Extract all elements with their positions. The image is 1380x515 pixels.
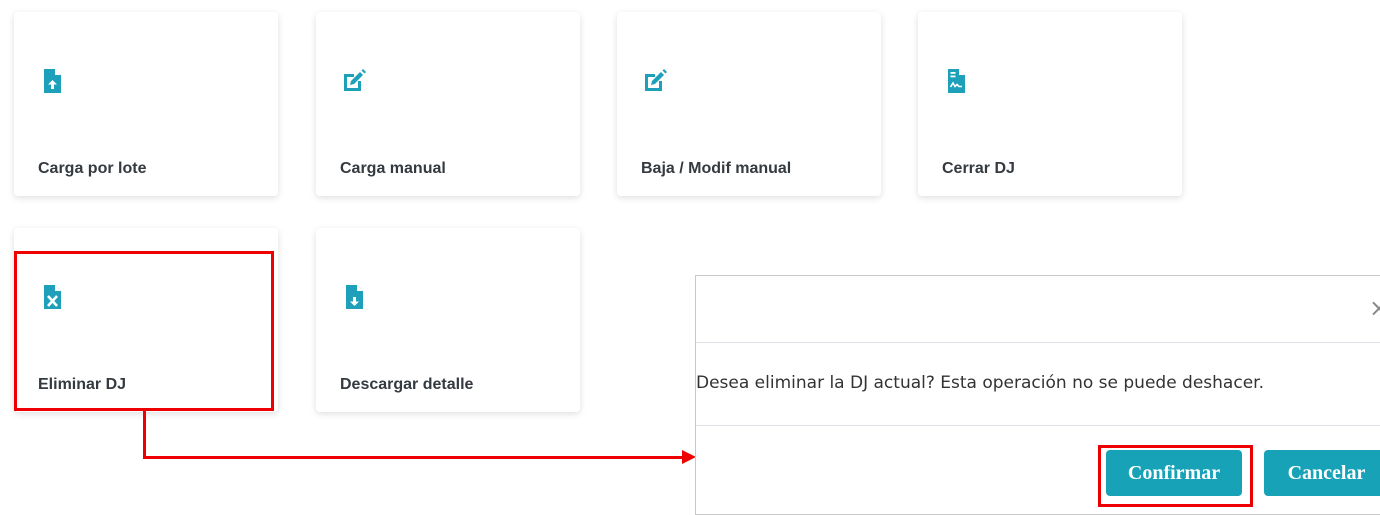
edit-icon <box>344 69 366 91</box>
card-label: Descargar detalle <box>340 376 474 393</box>
confirm-delete-modal: × Desea eliminar la DJ actual? Esta oper… <box>695 275 1380 515</box>
highlight-eliminar-dj <box>14 251 274 411</box>
cancel-button[interactable]: Cancelar <box>1264 450 1380 496</box>
highlight-confirm-button <box>1098 445 1253 507</box>
card-descargar-detalle[interactable]: Descargar detalle <box>316 228 580 412</box>
card-label: Cerrar DJ <box>942 160 1015 177</box>
arrow-head-icon <box>682 450 696 464</box>
arrow-horizontal-segment <box>143 456 684 459</box>
file-download-icon <box>346 285 363 309</box>
card-label: Carga manual <box>340 160 446 177</box>
card-label: Baja / Modif manual <box>641 160 792 177</box>
file-upload-icon <box>44 69 61 93</box>
modal-header: × <box>696 276 1380 343</box>
edit-icon <box>645 69 667 91</box>
modal-footer-divider <box>696 425 1380 426</box>
arrow-vertical-segment <box>143 409 146 459</box>
modal-message: Desea eliminar la DJ actual? Esta operac… <box>696 373 1264 393</box>
card-cerrar-dj[interactable]: Cerrar DJ <box>918 12 1182 196</box>
card-label: Carga por lote <box>38 160 147 177</box>
close-icon[interactable]: × <box>1369 296 1380 320</box>
file-signature-icon <box>948 69 965 93</box>
card-carga-por-lote[interactable]: Carga por lote <box>14 12 278 196</box>
card-carga-manual[interactable]: Carga manual <box>316 12 580 196</box>
card-baja-modif-manual[interactable]: Baja / Modif manual <box>617 12 881 196</box>
